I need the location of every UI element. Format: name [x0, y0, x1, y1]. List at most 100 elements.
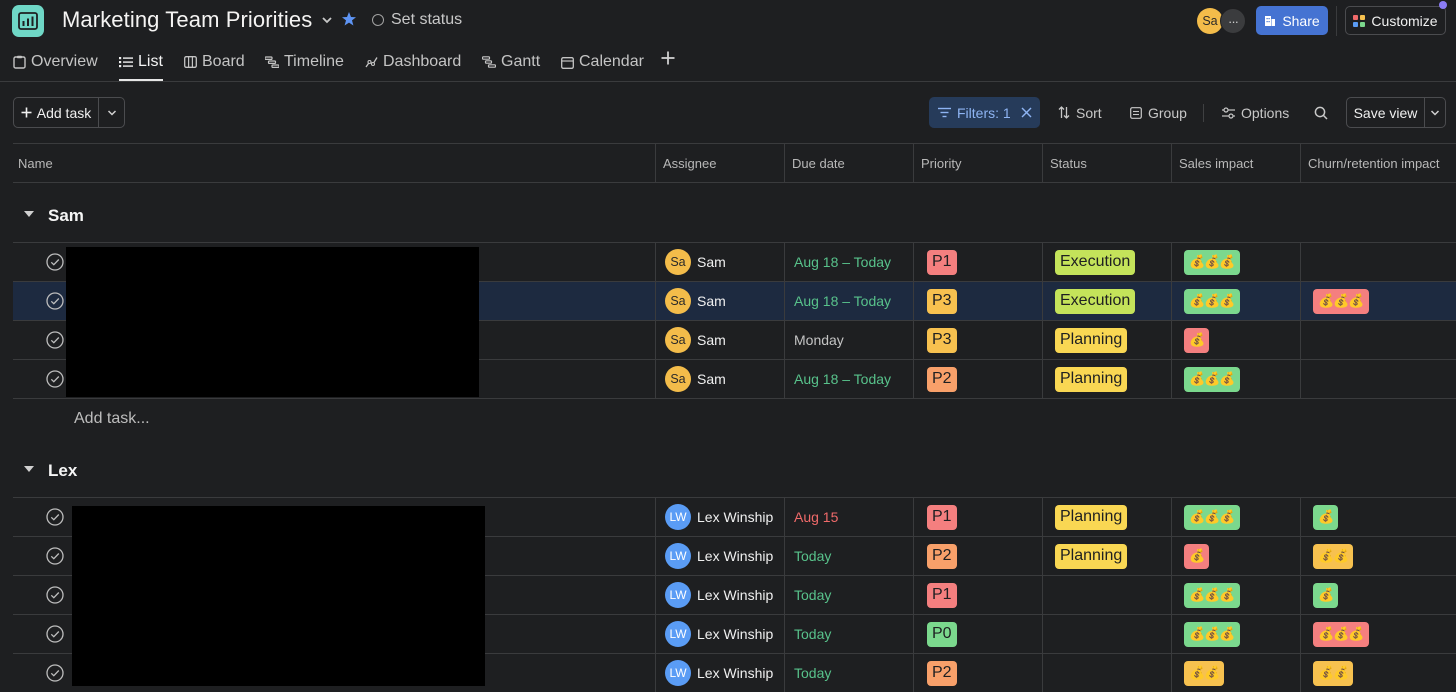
sales-impact-cell[interactable]: 💰💰💰 [1171, 576, 1300, 614]
assignee-cell[interactable]: LW Lex Winship [655, 576, 784, 614]
priority-cell[interactable]: P1 [913, 576, 1042, 614]
due-date-cell[interactable]: Aug 15 [784, 498, 913, 536]
due-date-cell[interactable]: Today [784, 537, 913, 575]
churn-impact-cell[interactable] [1300, 321, 1456, 359]
churn-impact-cell[interactable]: 💰 [1300, 498, 1456, 536]
assignee-cell[interactable]: LW Lex Winship [655, 537, 784, 575]
churn-impact-cell[interactable]: 💰💰💰 [1300, 615, 1456, 653]
save-view-dropdown[interactable] [1425, 98, 1445, 127]
assignee-cell[interactable]: LW Lex Winship [655, 498, 784, 536]
status-cell[interactable]: Planning [1042, 498, 1171, 536]
churn-impact-cell[interactable]: 💰 [1300, 576, 1456, 614]
priority-cell[interactable]: P0 [913, 615, 1042, 653]
sales-impact-cell[interactable]: 💰💰💰 [1171, 360, 1300, 398]
churn-impact-cell[interactable]: 💰💰💰 [1300, 282, 1456, 320]
column-header-priority[interactable]: Priority [913, 144, 1042, 183]
group-button[interactable]: Group [1130, 97, 1187, 128]
add-task-button[interactable]: Add task [14, 98, 99, 127]
star-icon[interactable] [341, 11, 357, 27]
assignee-cell[interactable]: LW Lex Winship [655, 654, 784, 692]
complete-check-icon[interactable] [46, 292, 64, 310]
complete-check-icon[interactable] [46, 586, 64, 604]
complete-check-icon[interactable] [46, 253, 64, 271]
section-header-lex[interactable]: Lex [13, 439, 1456, 498]
priority-cell[interactable]: P2 [913, 360, 1042, 398]
status-cell[interactable]: Execution [1042, 282, 1171, 320]
complete-check-icon[interactable] [46, 508, 64, 526]
search-button[interactable] [1314, 97, 1328, 128]
column-header-name[interactable]: Name [13, 144, 655, 183]
column-header-due-date[interactable]: Due date [784, 144, 913, 183]
filters-button[interactable]: Filters: 1 [929, 97, 1040, 128]
churn-impact-cell[interactable]: 💰💰 [1300, 654, 1456, 692]
caret-down-icon[interactable] [23, 210, 35, 218]
add-task-inline-row[interactable]: Add task... [13, 400, 1456, 439]
complete-check-icon[interactable] [46, 331, 64, 349]
churn-impact-cell[interactable] [1300, 243, 1456, 281]
column-header-churn-impact[interactable]: Churn/retention impact [1300, 144, 1456, 183]
complete-check-icon[interactable] [46, 625, 64, 643]
add-task-dropdown[interactable] [99, 98, 124, 127]
column-header-status[interactable]: Status [1042, 144, 1171, 183]
status-cell[interactable] [1042, 654, 1171, 692]
complete-check-icon[interactable] [46, 547, 64, 565]
sales-impact-cell[interactable]: 💰💰💰 [1171, 498, 1300, 536]
share-button[interactable]: Share [1256, 6, 1328, 35]
chevron-down-icon[interactable] [320, 12, 334, 28]
add-tab-plus-icon[interactable] [660, 50, 676, 66]
section-header-sam[interactable]: Sam [13, 184, 1456, 243]
due-date-cell[interactable]: Today [784, 615, 913, 653]
column-header-sales-impact[interactable]: Sales impact [1171, 144, 1300, 183]
assignee-cell[interactable]: Sa Sam [655, 360, 784, 398]
status-cell[interactable]: Execution [1042, 243, 1171, 281]
due-date-cell[interactable]: Aug 18 – Today [784, 360, 913, 398]
tab-overview[interactable]: Overview [13, 50, 98, 74]
assignee-cell[interactable]: Sa Sam [655, 321, 784, 359]
assignee-cell[interactable]: LW Lex Winship [655, 615, 784, 653]
tab-board[interactable]: Board [184, 50, 245, 74]
due-date-cell[interactable]: Aug 18 – Today [784, 243, 913, 281]
tab-dashboard[interactable]: Dashboard [365, 50, 461, 74]
tab-list[interactable]: List [119, 50, 163, 74]
status-cell[interactable]: Planning [1042, 360, 1171, 398]
sales-impact-cell[interactable]: 💰💰💰 [1171, 282, 1300, 320]
priority-cell[interactable]: P3 [913, 321, 1042, 359]
complete-check-icon[interactable] [46, 664, 64, 682]
assignee-cell[interactable]: Sa Sam [655, 282, 784, 320]
churn-impact-cell[interactable] [1300, 360, 1456, 398]
priority-cell[interactable]: P2 [913, 537, 1042, 575]
sales-impact-cell[interactable]: 💰💰💰 [1171, 243, 1300, 281]
status-cell[interactable] [1042, 576, 1171, 614]
sales-impact-cell[interactable]: 💰💰💰 [1171, 615, 1300, 653]
status-cell[interactable] [1042, 615, 1171, 653]
due-date-cell[interactable]: Today [784, 576, 913, 614]
priority-cell[interactable]: P2 [913, 654, 1042, 692]
tab-gantt[interactable]: Gantt [482, 50, 540, 74]
sales-impact-cell[interactable]: 💰 [1171, 321, 1300, 359]
column-header-assignee[interactable]: Assignee [655, 144, 784, 183]
assignee-cell[interactable]: Sa Sam [655, 243, 784, 281]
project-title[interactable]: Marketing Team Priorities [62, 7, 312, 33]
due-date-cell[interactable]: Monday [784, 321, 913, 359]
priority-cell[interactable]: P1 [913, 498, 1042, 536]
close-icon[interactable] [1021, 107, 1032, 118]
more-members-icon[interactable]: ··· [1220, 8, 1246, 34]
options-button[interactable]: Options [1222, 97, 1289, 128]
status-cell[interactable]: Planning [1042, 321, 1171, 359]
due-date-cell[interactable]: Aug 18 – Today [784, 282, 913, 320]
project-chart-icon[interactable] [12, 5, 44, 37]
set-status-button[interactable]: Set status [372, 11, 462, 29]
churn-impact-cell[interactable]: 💰💰 [1300, 537, 1456, 575]
customize-button[interactable]: Customize [1345, 6, 1446, 35]
tab-calendar[interactable]: Calendar [561, 50, 644, 74]
save-view-button[interactable]: Save view [1347, 98, 1425, 127]
due-date-cell[interactable]: Today [784, 654, 913, 692]
sort-button[interactable]: Sort [1058, 97, 1102, 128]
sales-impact-cell[interactable]: 💰 [1171, 537, 1300, 575]
tab-timeline[interactable]: Timeline [265, 50, 344, 74]
sales-impact-cell[interactable]: 💰💰 [1171, 654, 1300, 692]
complete-check-icon[interactable] [46, 370, 64, 388]
caret-down-icon[interactable] [23, 465, 35, 473]
status-cell[interactable]: Planning [1042, 537, 1171, 575]
priority-cell[interactable]: P1 [913, 243, 1042, 281]
